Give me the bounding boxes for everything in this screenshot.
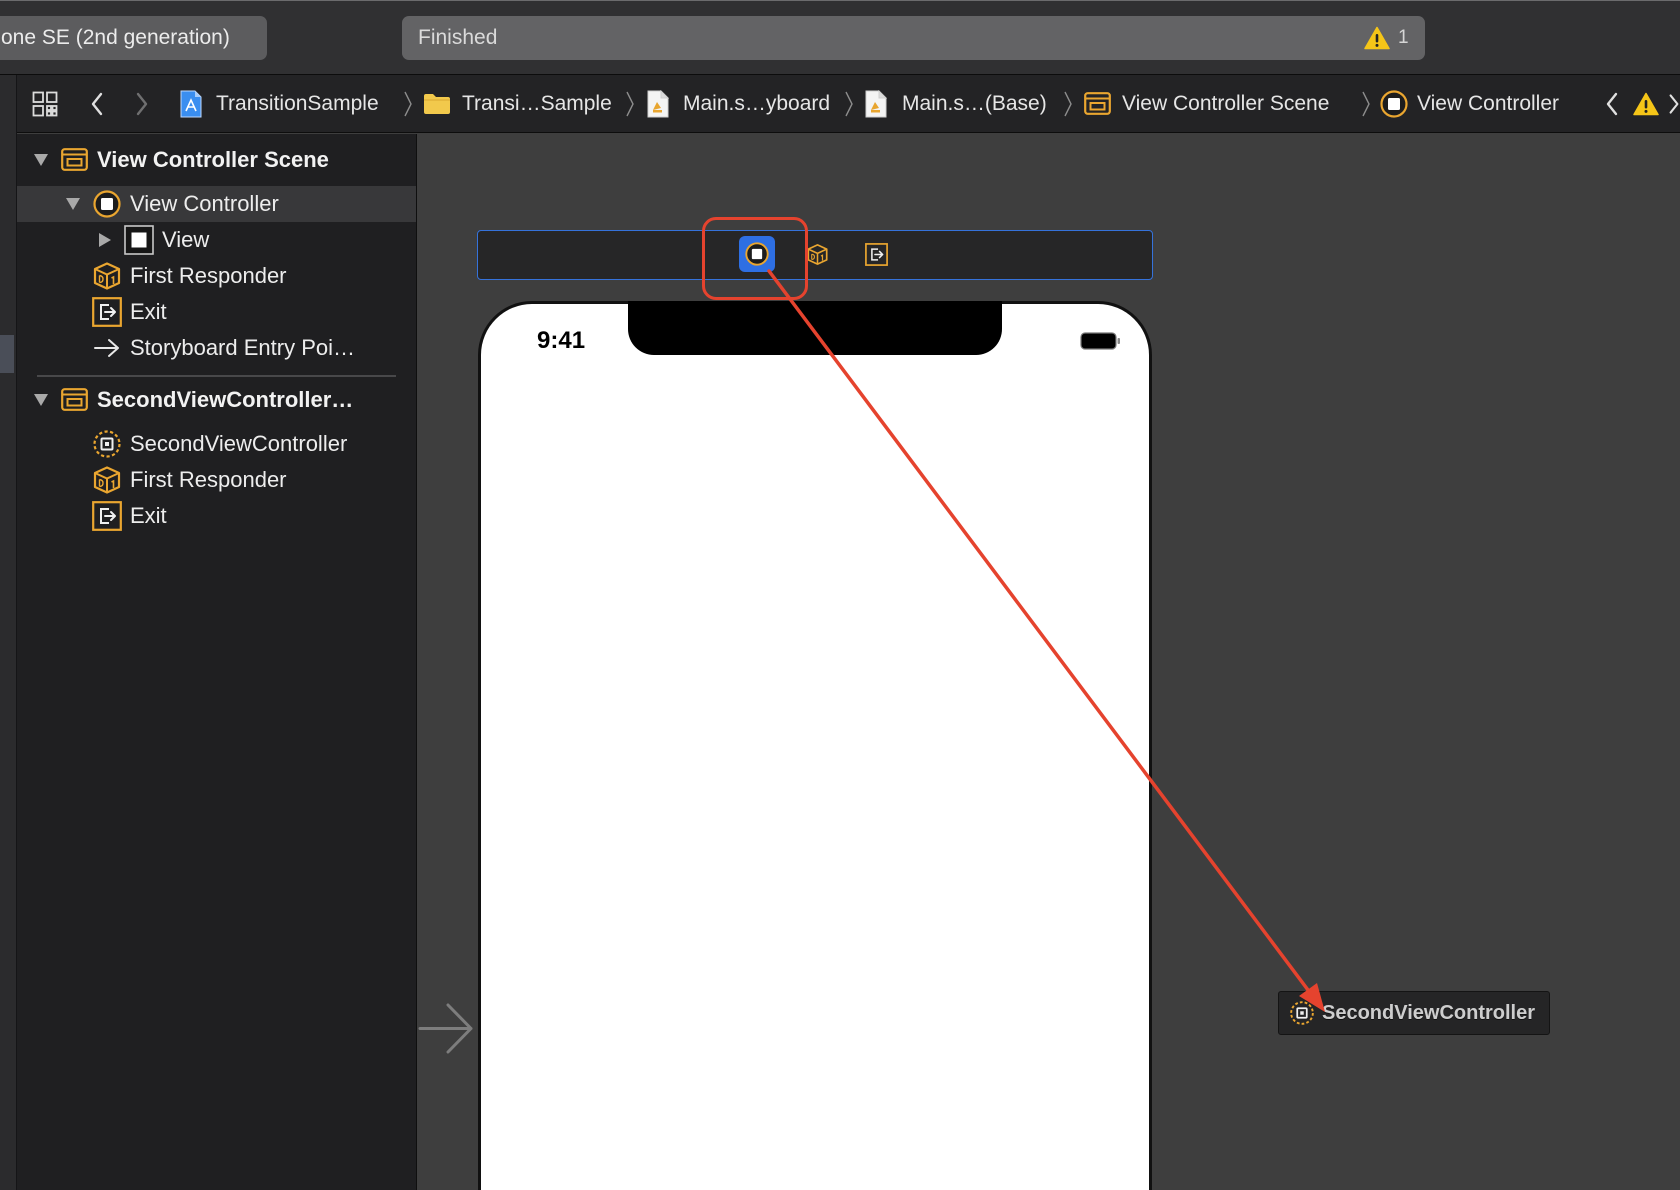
status-text: Finished — [418, 26, 498, 49]
outline-item-label: First Responder — [130, 467, 287, 492]
project-icon[interactable] — [179, 90, 203, 118]
outline-item-label: Storyboard Entry Poi… — [130, 335, 355, 360]
disclosure-triangle-down-icon[interactable] — [65, 197, 81, 211]
scene-icon — [61, 388, 88, 411]
outline-item-view-controller[interactable]: View Controller — [17, 186, 416, 222]
scene-icon[interactable] — [1084, 92, 1111, 115]
scene-icon — [61, 148, 88, 171]
jump-bar-item-storyboard-base[interactable]: Main.s…(Base) — [902, 75, 1047, 132]
jump-bar-item-view-controller[interactable]: View Controller — [1417, 75, 1559, 132]
outline-item-label: First Responder — [130, 263, 287, 288]
forward-chevron-icon[interactable] — [135, 92, 149, 116]
exit-icon — [92, 501, 122, 531]
disclosure-triangle-down-icon[interactable] — [33, 153, 49, 167]
custom-view-controller-icon — [92, 429, 122, 459]
first-responder-icon — [92, 465, 122, 495]
view-controller-icon — [93, 190, 121, 218]
outline-item-second-view-controller[interactable]: SecondViewController — [17, 426, 416, 462]
path-separator-icon — [403, 91, 413, 117]
outline-item-storyboard-entry-point[interactable]: Storyboard Entry Poi… — [17, 330, 416, 366]
jump-bar-item-storyboard[interactable]: Main.s…yboard — [683, 75, 830, 132]
exit-icon — [92, 297, 122, 327]
storyboard-file-icon[interactable] — [647, 90, 669, 118]
path-separator-icon — [844, 91, 854, 117]
disclosure-triangle-down-icon[interactable] — [33, 393, 49, 407]
document-outline: View Controller Scene View Controller Vi… — [17, 134, 417, 1190]
outline-item-view[interactable]: View — [17, 222, 416, 258]
outline-item-first-responder[interactable]: First Responder — [17, 462, 416, 498]
warning-icon[interactable] — [1364, 26, 1390, 50]
outline-scene-title: SecondViewController… — [97, 387, 354, 412]
outline-item-label: View Controller — [130, 191, 279, 216]
outline-scene-header[interactable]: View Controller Scene — [17, 142, 416, 178]
view-icon — [124, 225, 154, 255]
jump-bar: TransitionSample Transi…Sample Main.s…yb… — [17, 75, 1680, 133]
outline-scene-header[interactable]: SecondViewController… — [17, 382, 416, 418]
outline-item-exit[interactable]: Exit — [17, 498, 416, 534]
warning-icon[interactable] — [1633, 92, 1659, 116]
first-responder-icon — [92, 261, 122, 291]
scene-divider — [37, 375, 396, 377]
folder-icon[interactable] — [423, 93, 451, 115]
next-issue-icon[interactable] — [1668, 92, 1680, 116]
outline-item-label: Exit — [130, 299, 167, 324]
navigator-edge — [0, 75, 17, 1190]
storyboard-canvas[interactable]: 9:41 SecondViewController — [417, 134, 1680, 1190]
jump-bar-item-scene[interactable]: View Controller Scene — [1122, 75, 1329, 132]
window-toolbar: one SE (2nd generation) Finished 1 — [0, 0, 1680, 75]
jump-bar-item-project[interactable]: TransitionSample — [216, 75, 379, 132]
path-separator-icon — [625, 91, 635, 117]
path-separator-icon — [1063, 91, 1073, 117]
outline-item-exit[interactable]: Exit — [17, 294, 416, 330]
storyboard-file-icon[interactable] — [865, 90, 887, 118]
run-destination-selector[interactable]: one SE (2nd generation) — [0, 16, 267, 60]
navigator-edge-highlight — [0, 335, 14, 373]
jump-bar-item-group[interactable]: Transi…Sample — [462, 75, 612, 132]
activity-status-bar: Finished 1 — [402, 16, 1425, 60]
view-controller-icon[interactable] — [1380, 90, 1408, 118]
disclosure-triangle-right-icon[interactable] — [98, 232, 112, 248]
drag-arrow-annotation — [767, 269, 1325, 1012]
back-chevron-icon[interactable] — [90, 92, 104, 116]
outline-item-first-responder[interactable]: First Responder — [17, 258, 416, 294]
related-items-icon[interactable] — [32, 91, 58, 117]
path-separator-icon — [1361, 91, 1371, 117]
outline-scene-title: View Controller Scene — [97, 147, 329, 172]
previous-issue-icon[interactable] — [1605, 92, 1619, 116]
outline-item-label: SecondViewController — [130, 431, 348, 456]
entry-point-arrow-icon — [93, 338, 121, 358]
outline-item-label: Exit — [130, 503, 167, 528]
outline-item-label: View — [162, 227, 210, 252]
warning-count[interactable]: 1 — [1398, 16, 1409, 60]
